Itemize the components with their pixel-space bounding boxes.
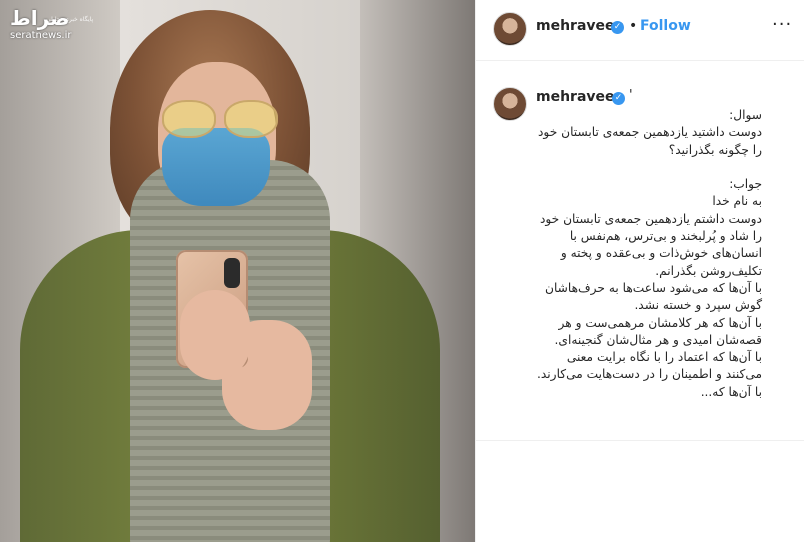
- caption-text: سوال: دوست داشتید یازدهمین جمعه‌ی تابستا…: [537, 108, 762, 399]
- header-separator: •: [629, 18, 638, 34]
- watermark: صراط پایگاه خبری تحلیلی seratnews.ir: [10, 6, 98, 52]
- caption-username[interactable]: mehraveee: [536, 89, 624, 105]
- header-avatar[interactable]: [493, 12, 527, 46]
- caption-verified-badge-icon: ✓: [612, 92, 625, 105]
- watermark-subtitle: پایگاه خبری تحلیلی: [46, 16, 94, 23]
- photo-lens-right: [224, 100, 278, 138]
- photo-lens-left: [162, 100, 216, 138]
- watermark-site: seratnews.ir: [10, 30, 72, 41]
- follow-button[interactable]: Follow: [640, 18, 691, 34]
- post-side-panel: mehraveee ✓ • Follow ··· mehraveee ✓ ' س…: [475, 0, 804, 542]
- post-header: mehraveee ✓ • Follow ···: [476, 0, 804, 61]
- photo-glasses: [160, 100, 278, 138]
- caption-area: mehraveee ✓ ' سوال: دوست داشتید یازدهمین…: [476, 61, 804, 441]
- caption-tick-mark: ': [629, 88, 633, 103]
- photo-face-mask: [162, 128, 270, 206]
- verified-badge-icon: ✓: [611, 21, 624, 34]
- post-actions-area: [476, 441, 804, 542]
- post-photo[interactable]: صراط پایگاه خبری تحلیلی seratnews.ir: [0, 0, 475, 542]
- photo-hand-left: [180, 290, 250, 380]
- more-options-icon[interactable]: ···: [772, 14, 792, 35]
- caption-avatar[interactable]: [493, 87, 527, 121]
- photo-phone-camera: [224, 258, 240, 288]
